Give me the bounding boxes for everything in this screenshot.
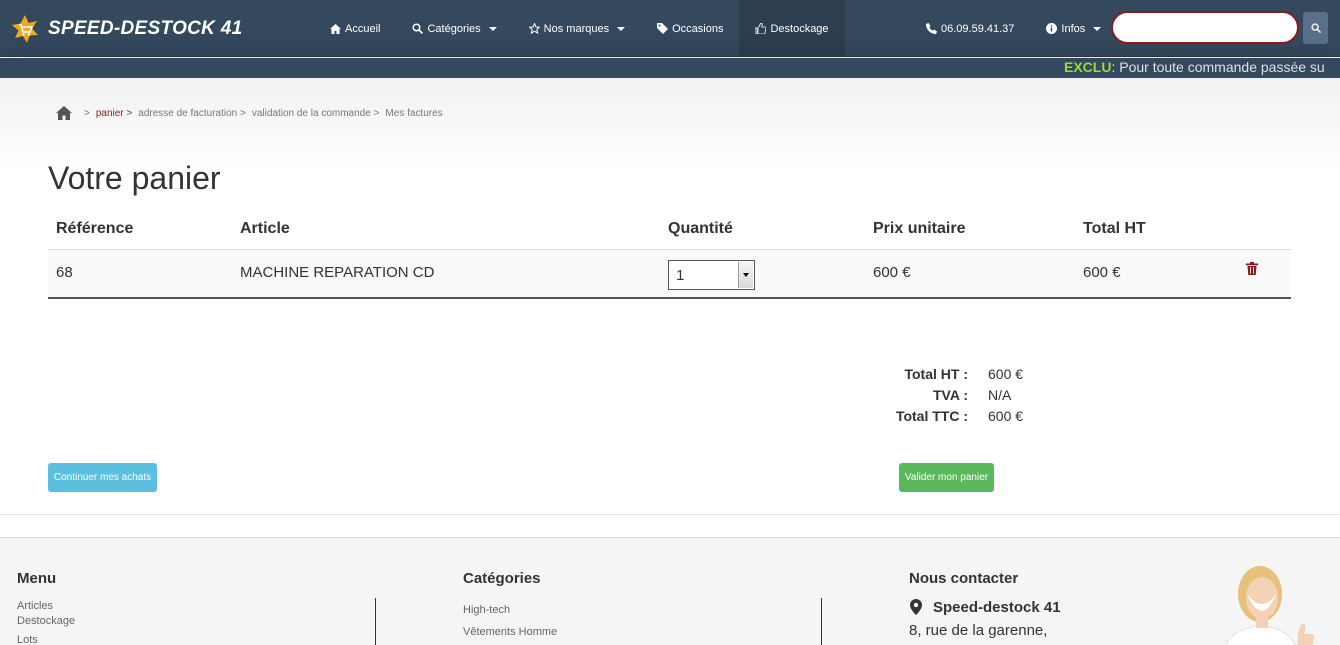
total-ttc-value: 600 € (988, 408, 1024, 424)
contact-company-name: Speed-destock 41 (933, 599, 1061, 616)
continue-shopping-button[interactable]: Continuer mes achats (48, 463, 157, 492)
trash-icon[interactable] (1246, 262, 1258, 275)
nav-occasions[interactable]: Occasions (641, 0, 739, 57)
nav-infos[interactable]: Infos (1030, 0, 1117, 57)
secondary-nav: 06.09.59.41.37 Infos (910, 0, 1117, 57)
chevron-down-icon[interactable] (738, 262, 753, 288)
support-person-image (1225, 566, 1315, 645)
column-header-total: Total HT (1083, 220, 1146, 237)
quantity-value: 1 (676, 266, 685, 284)
cart-star-logo-icon (12, 15, 38, 43)
total-ttc-label: Total TTC : (895, 408, 968, 424)
breadcrumb-validation[interactable]: validation de la commande > (252, 108, 380, 119)
page-title: Votre panier (48, 160, 221, 196)
promo-ticker: EXCLU: Pour toute commande passée su (0, 58, 1340, 78)
nav-marques-label: Nos marques (543, 22, 610, 35)
breadcrumb: > panier > adresse de facturation > vali… (56, 106, 443, 120)
header-fade (0, 78, 1340, 168)
nav-occasions-label: Occasions (672, 22, 724, 35)
nav-phone[interactable]: 06.09.59.41.37 (910, 0, 1030, 57)
footer-divider (375, 598, 376, 645)
tva-value: N/A (988, 387, 1012, 403)
nav-accueil[interactable]: Accueil (314, 0, 396, 57)
cell-reference: 68 (56, 264, 73, 281)
total-ht-value: 600 € (988, 366, 1024, 382)
chevron-down-icon (617, 26, 626, 31)
search-input[interactable] (1111, 11, 1299, 44)
footer-link-high-tech[interactable]: High-tech (463, 604, 510, 616)
breadcrumb-factures[interactable]: Mes factures (385, 108, 442, 119)
brand-name: SPEED-DESTOCK 41 (48, 18, 243, 39)
footer-categories-title: Catégories (463, 570, 541, 587)
column-header-unit-price: Prix unitaire (873, 220, 966, 237)
search-button[interactable] (1303, 12, 1328, 44)
total-ht-row: Total HT : 600 € (860, 366, 1060, 387)
home-icon[interactable] (56, 106, 72, 120)
cart-totals: Total HT : 600 € TVA : N/A Total TTC : 6… (860, 366, 1060, 429)
phone-number: 06.09.59.41.37 (941, 22, 1015, 35)
thumbs-up-icon (755, 23, 767, 34)
table-row: 68 MACHINE REPARATION CD 1 600 € 600 € (48, 250, 1291, 299)
content-divider (0, 514, 1340, 515)
cell-article: MACHINE REPARATION CD (240, 264, 435, 281)
cell-total: 600 € (1083, 264, 1121, 281)
chevron-down-icon (488, 26, 497, 31)
tva-row: TVA : N/A (860, 387, 1060, 408)
tag-icon (657, 23, 669, 34)
star-icon (528, 23, 540, 34)
ticker-highlight: EXCLU (1064, 59, 1112, 75)
column-header-article: Article (240, 220, 290, 237)
chevron-down-icon (1093, 26, 1102, 31)
footer-link-articles[interactable]: Articles (17, 600, 53, 612)
ticker-text: EXCLU: Pour toute commande passée su (1064, 59, 1325, 75)
home-icon (330, 23, 341, 34)
nav-categories-label: Catégories (427, 22, 481, 35)
cell-unit-price: 600 € (873, 264, 911, 281)
map-pin-icon (910, 599, 922, 615)
breadcrumb-separator: > (84, 107, 90, 119)
ticker-message: : Pour toute commande passée su (1111, 59, 1325, 75)
validate-cart-button[interactable]: Valider mon panier (899, 463, 994, 492)
search-icon (412, 23, 424, 34)
phone-icon (926, 23, 937, 34)
footer: Menu Articles Destockage Lots Catégories… (0, 537, 1340, 645)
footer-link-destockage[interactable]: Destockage (17, 615, 75, 627)
footer-divider (821, 598, 822, 645)
navbar: SPEED-DESTOCK 41 Accueil Catégories Nos … (0, 0, 1340, 57)
brand-link[interactable]: SPEED-DESTOCK 41 (10, 14, 243, 44)
nav-infos-label: Infos (1061, 22, 1086, 35)
search-icon (1310, 23, 1321, 33)
nav-marques[interactable]: Nos marques (513, 0, 641, 57)
footer-contact-title: Nous contacter (909, 570, 1019, 587)
nav-categories[interactable]: Catégories (396, 0, 512, 57)
quantity-select[interactable]: 1 (668, 260, 755, 290)
total-ttc-row: Total TTC : 600 € (860, 408, 1060, 429)
footer-link-vetements-homme[interactable]: Vêtements Homme (463, 626, 557, 638)
info-icon (1046, 23, 1058, 34)
nav-destockage[interactable]: Destockage (739, 0, 845, 57)
column-header-quantity: Quantité (668, 220, 733, 237)
main-nav: Accueil Catégories Nos marques Occasions… (314, 0, 845, 57)
contact-address: 8, rue de la garenne, (909, 622, 1048, 639)
footer-link-lots[interactable]: Lots (17, 634, 38, 645)
breadcrumb-facturation[interactable]: adresse de facturation > (138, 108, 246, 119)
column-header-reference: Référence (56, 220, 134, 237)
tva-label: TVA : (933, 387, 968, 403)
breadcrumb-panier[interactable]: panier > (96, 108, 132, 119)
nav-accueil-label: Accueil (345, 22, 381, 35)
nav-destockage-label: Destockage (770, 22, 829, 35)
footer-menu-title: Menu (17, 570, 57, 587)
total-ht-label: Total HT : (904, 366, 968, 382)
